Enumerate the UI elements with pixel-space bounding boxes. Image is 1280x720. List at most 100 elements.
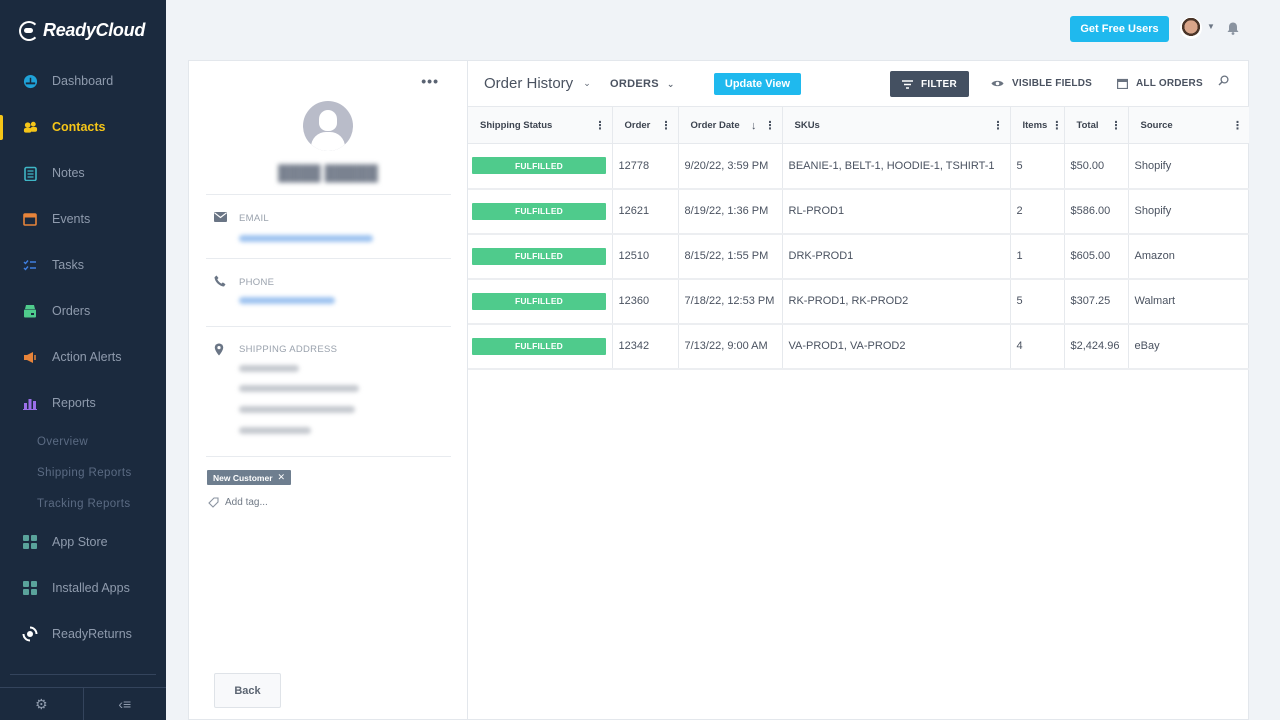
order-date-cell: 7/18/22, 12:53 PM <box>678 278 783 325</box>
sort-descending-icon[interactable]: ↓ <box>751 120 757 132</box>
shipping-status-cell: FULFILLED <box>468 188 613 235</box>
sidebar-subitem-tracking-reports[interactable]: Tracking Reports <box>0 488 166 519</box>
sidebar-item-contacts[interactable]: Contacts <box>0 104 166 150</box>
phone-value-blurred[interactable] <box>239 297 335 304</box>
sidebar-item-dashboard[interactable]: Dashboard <box>0 58 166 104</box>
column-menu-icon[interactable]: ⋮ <box>993 119 1004 132</box>
sidebar-item-reports[interactable]: Reports <box>0 380 166 426</box>
get-free-users-button[interactable]: Get Free Users <box>1070 16 1169 42</box>
sidebar-subitem-shipping-reports[interactable]: Shipping Reports <box>0 457 166 488</box>
remove-tag-icon[interactable]: ✕ <box>278 472 286 483</box>
sidebar-item-orders[interactable]: Orders <box>0 288 166 334</box>
readycloud-logo[interactable]: ReadyCloud <box>19 20 145 41</box>
contact-panel: ••• ████ █████ EMAIL PHONE SHIPPING ADDR… <box>188 60 467 720</box>
items-cell: 1 <box>1010 233 1065 280</box>
add-tag-placeholder: Add tag... <box>225 497 268 508</box>
orders-toolbar: Order History ⌄ ORDERS ⌄ Update View FIL… <box>468 61 1248 106</box>
more-options-button[interactable]: ••• <box>421 73 439 89</box>
column-header-shipping-status[interactable]: Shipping Status ⋮ <box>468 106 613 144</box>
chevron-down-icon[interactable]: ▼ <box>1207 22 1215 31</box>
sidebar-item-label: Dashboard <box>52 74 114 88</box>
table-row[interactable]: FULFILLED 12510 8/15/22, 1:55 PM DRK-PROD1 1… <box>468 233 1249 280</box>
collapse-sidebar-button[interactable]: ‹≡ <box>82 688 167 720</box>
table-header-row: Shipping Status ⋮ Order ⋮ Order Date ↓ ⋮ SKU… <box>468 106 1249 144</box>
eye-icon <box>991 80 1004 87</box>
column-header-order[interactable]: Order ⋮ <box>612 106 679 144</box>
total-cell: $605.00 <box>1064 233 1129 280</box>
sidebar-item-label: Contacts <box>52 120 106 134</box>
address-line-blurred <box>239 406 355 413</box>
filter-button[interactable]: FILTER <box>890 71 969 97</box>
update-view-button[interactable]: Update View <box>714 73 801 95</box>
view-selector[interactable]: Order History ⌄ <box>484 75 591 92</box>
shipping-status-cell: FULFILLED <box>468 278 613 325</box>
order-number-cell: 12360 <box>612 278 679 325</box>
column-menu-icon[interactable]: ⋮ <box>1051 119 1062 132</box>
tag-new-customer: New Customer ✕ <box>207 470 292 485</box>
sidebar-item-readyreturns[interactable]: ReadyReturns <box>0 611 166 657</box>
sidebar-subitem-overview[interactable]: Overview <box>0 426 166 457</box>
address-line-blurred <box>239 385 359 392</box>
source-cell: Shopify <box>1128 143 1249 190</box>
column-header-skus[interactable]: SKUs ⋮ <box>782 106 1011 144</box>
contacts-icon <box>22 119 38 135</box>
column-header-order-date[interactable]: Order Date ↓ ⋮ <box>678 106 783 144</box>
calendar-icon <box>22 211 38 227</box>
object-type-select[interactable]: ORDERS ⌄ <box>610 78 675 90</box>
table-row[interactable]: FULFILLED 12778 9/20/22, 3:59 PM BEANIE-1, … <box>468 143 1249 190</box>
back-button[interactable]: Back <box>214 673 281 708</box>
column-header-total[interactable]: Total ⋮ <box>1064 106 1129 144</box>
sidebar-item-label: App Store <box>52 535 108 549</box>
status-badge: FULFILLED <box>472 202 606 220</box>
column-header-source[interactable]: Source ⋮ <box>1128 106 1249 144</box>
total-cell: $50.00 <box>1064 143 1129 190</box>
sidebar-item-app-store[interactable]: App Store <box>0 519 166 565</box>
order-number-cell: 12778 <box>612 143 679 190</box>
main-nav: Dashboard Contacts Notes Events Tasks Or… <box>0 58 166 657</box>
shipping-status-cell: FULFILLED <box>468 323 613 370</box>
column-header-items[interactable]: Items ⋮ <box>1010 106 1065 144</box>
readyreturns-icon <box>22 626 38 642</box>
settings-button[interactable]: ⚙ <box>0 688 83 720</box>
date-range-button[interactable]: ALL ORDERS <box>1117 78 1203 89</box>
search-icon[interactable] <box>1218 75 1229 89</box>
envelope-icon <box>214 211 227 225</box>
column-menu-icon[interactable]: ⋮ <box>765 120 776 132</box>
source-cell: Shopify <box>1128 188 1249 235</box>
sidebar-footer: ⚙ ‹≡ <box>0 687 166 720</box>
items-cell: 5 <box>1010 143 1065 190</box>
items-cell: 5 <box>1010 278 1065 325</box>
items-cell: 4 <box>1010 323 1065 370</box>
column-menu-icon[interactable]: ⋮ <box>661 119 672 132</box>
visible-fields-button[interactable]: VISIBLE FIELDS <box>991 78 1092 89</box>
sidebar-item-notes[interactable]: Notes <box>0 150 166 196</box>
table-row[interactable]: FULFILLED 12342 7/13/22, 9:00 AM VA-PROD1, … <box>468 323 1249 370</box>
column-header-label: Shipping Status <box>480 119 553 131</box>
column-menu-icon[interactable]: ⋮ <box>1232 119 1243 132</box>
tasks-icon <box>22 257 38 273</box>
orders-table-body: FULFILLED 12778 9/20/22, 3:59 PM BEANIE-1, … <box>468 143 1249 370</box>
table-row[interactable]: FULFILLED 12360 7/18/22, 12:53 PM RK-PROD1,… <box>468 278 1249 325</box>
location-pin-icon <box>214 343 224 359</box>
gear-icon: ⚙ <box>34 695 48 712</box>
sidebar-item-events[interactable]: Events <box>0 196 166 242</box>
calendar-icon <box>1117 78 1128 89</box>
bell-icon[interactable] <box>1226 21 1240 35</box>
sidebar: ReadyCloud Dashboard Contacts Notes Even… <box>0 0 166 720</box>
object-type-label: ORDERS <box>610 78 659 90</box>
email-value-blurred[interactable] <box>239 235 373 242</box>
sidebar-item-label: Tasks <box>52 258 84 272</box>
sidebar-item-installed-apps[interactable]: Installed Apps <box>0 565 166 611</box>
table-row[interactable]: FULFILLED 12621 8/19/22, 1:36 PM RL-PROD1 2 $… <box>468 188 1249 235</box>
status-badge: FULFILLED <box>472 292 606 310</box>
column-menu-icon[interactable]: ⋮ <box>1111 119 1122 132</box>
contact-avatar <box>303 101 353 151</box>
user-avatar[interactable] <box>1180 17 1202 39</box>
chevron-down-icon: ⌄ <box>666 78 675 89</box>
order-date-cell: 9/20/22, 3:59 PM <box>678 143 783 190</box>
tag-label: New Customer <box>213 472 273 483</box>
sidebar-item-action-alerts[interactable]: Action Alerts <box>0 334 166 380</box>
add-tag-input[interactable]: Add tag... <box>208 497 268 508</box>
column-menu-icon[interactable]: ⋮ <box>595 119 606 132</box>
sidebar-item-tasks[interactable]: Tasks <box>0 242 166 288</box>
